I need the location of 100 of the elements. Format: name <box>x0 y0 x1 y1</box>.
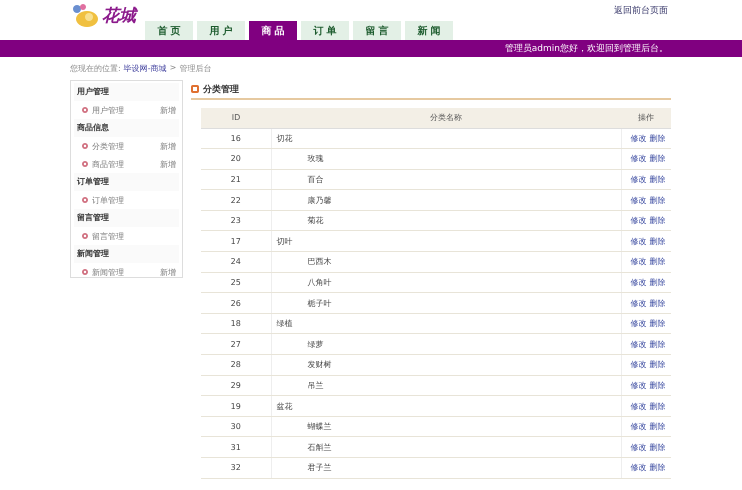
action-link[interactable]: 修改 <box>630 360 646 370</box>
table-cell: 22 <box>201 190 271 210</box>
breadcrumb-current: 管理后台 <box>179 63 212 74</box>
action-link[interactable]: 删除 <box>649 463 666 472</box>
bullet-icon <box>82 143 88 149</box>
category-name: 八角叶 <box>306 278 332 287</box>
action-link[interactable]: 修改 <box>630 257 646 266</box>
column-header: ID <box>201 108 271 128</box>
column-header: 操作 <box>621 108 671 128</box>
action-link[interactable]: 删除 <box>649 216 666 226</box>
breadcrumb-link[interactable]: 毕设网-商城 <box>124 63 167 74</box>
panel-icon <box>191 85 199 93</box>
category-name: 百合 <box>306 174 324 184</box>
category-name: 盆花 <box>276 402 292 411</box>
add-link[interactable]: 新增 <box>160 104 179 116</box>
table-cell: 30 <box>201 416 271 437</box>
action-link[interactable]: 删除 <box>649 360 666 370</box>
action-link[interactable]: 修改 <box>630 134 646 143</box>
table-cell: 18 <box>201 313 271 334</box>
action-link[interactable]: 删除 <box>649 278 666 287</box>
column-header: 分类名称 <box>271 108 621 128</box>
action-link[interactable]: 修改 <box>630 463 646 472</box>
action-link[interactable]: 修改 <box>630 196 646 205</box>
bullet-icon <box>82 269 88 275</box>
action-link[interactable]: 删除 <box>649 380 666 390</box>
category-name: 切花 <box>276 134 292 143</box>
table-cell: 19 <box>201 396 271 416</box>
table-cell: 16 <box>201 128 271 149</box>
action-link[interactable]: 修改 <box>630 380 646 390</box>
category-name: 君子兰 <box>306 463 332 472</box>
action-link[interactable]: 修改 <box>630 216 646 226</box>
table-cell: 21 <box>201 169 271 190</box>
action-link[interactable]: 删除 <box>649 174 666 184</box>
nav-tab[interactable]: 留 言 <box>353 21 401 40</box>
table-cell: 23 <box>201 210 271 231</box>
nav-tab[interactable]: 订 单 <box>301 21 349 40</box>
nav-tab[interactable]: 新 闻 <box>405 21 453 40</box>
table-cell: 28 <box>201 354 271 376</box>
sidebar-link[interactable]: 分类管理 <box>92 140 124 152</box>
panel-title: 分类管理 <box>203 83 239 96</box>
action-link[interactable]: 修改 <box>630 402 646 411</box>
bullet-icon <box>82 197 88 203</box>
table-cell: 20 <box>201 148 271 170</box>
action-link[interactable]: 修改 <box>630 298 646 308</box>
category-name: 发财树 <box>306 360 332 370</box>
category-name: 栀子叶 <box>306 298 332 308</box>
table-cell: 29 <box>201 375 271 396</box>
sidebar-link[interactable]: 订单管理 <box>92 194 124 206</box>
table-cell: 25 <box>201 272 271 293</box>
action-link[interactable]: 删除 <box>649 298 666 308</box>
action-link[interactable]: 删除 <box>649 257 666 266</box>
action-link[interactable]: 删除 <box>649 319 666 328</box>
action-link[interactable]: 删除 <box>649 236 666 246</box>
sidebar-link[interactable]: 新闻管理 <box>92 266 124 278</box>
category-name: 巴西木 <box>306 257 332 266</box>
bullet-icon <box>82 233 88 239</box>
category-name: 蝴蝶兰 <box>306 422 332 432</box>
table-cell: 17 <box>201 230 271 252</box>
logo-text: 花城 <box>102 4 136 26</box>
action-link[interactable]: 删除 <box>649 154 666 164</box>
action-link[interactable]: 修改 <box>630 422 646 432</box>
front-page-link[interactable]: 返回前台页面 <box>614 4 668 17</box>
sidebar-link[interactable]: 留言管理 <box>92 230 124 242</box>
sidebar-link[interactable]: 用户管理 <box>92 104 124 116</box>
category-name: 吊兰 <box>306 380 324 390</box>
sidebar-section-title: 订单管理 <box>74 173 179 191</box>
action-link[interactable]: 修改 <box>630 319 646 328</box>
category-name: 石斛兰 <box>306 442 332 452</box>
add-link[interactable]: 新增 <box>160 158 179 170</box>
action-link[interactable]: 修改 <box>630 278 646 287</box>
sidebar-link[interactable]: 商品管理 <box>92 158 124 170</box>
welcome-text: 管理员admin您好，欢迎回到管理后台。 <box>504 42 668 55</box>
nav-tab[interactable]: 首 页 <box>145 21 193 40</box>
category-name: 玫瑰 <box>306 154 324 164</box>
action-link[interactable]: 修改 <box>630 236 646 246</box>
category-name: 绿萝 <box>306 340 324 349</box>
action-link[interactable]: 修改 <box>630 154 646 164</box>
action-link[interactable]: 删除 <box>649 422 666 432</box>
sidebar-section-title: 新闻管理 <box>74 245 179 263</box>
breadcrumb-label: 您现在的位置: <box>70 63 121 74</box>
action-link[interactable]: 删除 <box>649 196 666 205</box>
action-link[interactable]: 修改 <box>630 442 646 452</box>
table-cell: 24 <box>201 252 271 272</box>
action-link[interactable]: 修改 <box>630 340 646 349</box>
nav-tab[interactable]: 用 户 <box>197 21 245 40</box>
table-cell: 27 <box>201 334 271 355</box>
action-link[interactable]: 删除 <box>649 134 666 143</box>
action-link[interactable]: 删除 <box>649 340 666 349</box>
breadcrumb-separator: > <box>170 63 176 74</box>
sidebar-section-title: 商品信息 <box>74 119 179 137</box>
flower-logo-icon <box>70 2 100 28</box>
action-link[interactable]: 修改 <box>630 174 646 184</box>
action-link[interactable]: 删除 <box>649 402 666 411</box>
action-link[interactable]: 删除 <box>649 442 666 452</box>
add-link[interactable]: 新增 <box>160 140 179 152</box>
sidebar-section-title: 留言管理 <box>74 209 179 227</box>
category-name: 切叶 <box>276 236 292 246</box>
add-link[interactable]: 新增 <box>160 266 179 278</box>
table-cell: 31 <box>201 436 271 458</box>
nav-tab[interactable]: 商 品 <box>249 21 297 40</box>
